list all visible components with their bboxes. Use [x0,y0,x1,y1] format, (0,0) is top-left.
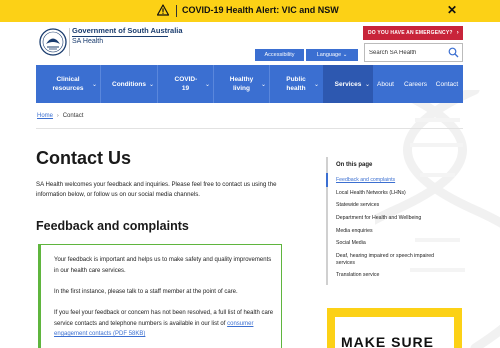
nav-item-label: Conditions [112,80,146,88]
search-input[interactable] [369,47,447,59]
nav-item-label: Services [334,80,362,88]
chevron-down-icon: ⌄ [204,82,210,88]
alert-link[interactable]: COVID-19 Health Alert: VIC and NSW [182,5,339,15]
nav-item-conditions[interactable]: Conditions ⌄ [101,65,157,103]
on-this-page-link[interactable]: Feedback and complaints [336,177,395,184]
on-this-page-link[interactable]: Media enquiries [336,228,373,235]
feedback-paragraph: In the first instance, please talk to a … [54,289,238,295]
nav-item-public-health[interactable]: Public health ⌄ [270,65,322,103]
search-box[interactable] [364,43,463,62]
government-name[interactable]: Government of South Australia [72,26,183,35]
chevron-down-icon: ⌄ [364,82,370,88]
emergency-button[interactable]: DO YOU HAVE AN EMERGENCY? › [363,26,463,40]
close-icon[interactable]: ✕ [447,4,457,16]
chevron-down-icon: ⌄ [313,82,319,88]
on-this-page-link[interactable]: Translation service [336,272,379,279]
breadcrumb-divider [36,128,463,129]
on-this-page-link[interactable]: Deaf, hearing impaired or speech impaire… [336,253,434,260]
on-this-page-active-indicator [326,173,328,187]
chevron-down-icon: ⌄ [91,82,97,88]
chevron-down-icon: ⌄ [260,82,266,88]
nav-item-about[interactable]: About [373,65,398,103]
main-navigation: Clinical resources ⌄ Conditions ⌄ COVID-… [36,65,463,103]
chevron-right-icon: › [456,30,459,36]
intro-paragraph: SA Health welcomes your feedback and inq… [36,181,277,198]
feedback-callout-box: Your feedback is important and helps us … [38,244,282,348]
breadcrumb-current: Contact [62,113,84,119]
covid-alert-bar: COVID-19 Health Alert: VIC and NSW ✕ [0,0,500,22]
nav-item-label: Public health [286,76,306,92]
warning-icon [157,4,169,16]
nav-item-contact[interactable]: Contact [432,65,462,103]
promo-banner[interactable]: MAKE SURE [327,308,462,348]
site-name[interactable]: SA Health [72,38,103,45]
chevron-down-icon: ⌄ [148,82,154,88]
on-this-page-link[interactable]: Department for Health and Wellbeing [336,215,421,222]
breadcrumb: Home › Contact [37,113,83,119]
chevron-right-icon: › [57,113,59,119]
on-this-page-link[interactable]: Local Health Networks (LHNs) [336,190,406,197]
logo-underline [72,36,168,37]
language-label: Language [316,52,342,58]
on-this-page-link[interactable]: Social Media [336,240,366,247]
nav-item-label: Clinical resources [52,76,84,92]
promo-text: MAKE SURE [341,334,435,348]
nav-item-covid-19[interactable]: COVID-19 ⌄ [158,65,213,103]
emergency-label: DO YOU HAVE AN EMERGENCY? [368,30,453,36]
language-button[interactable]: Language ⌄ [306,49,358,61]
on-this-page-heading: On this page [336,162,373,168]
accessibility-button[interactable]: Accessibility [255,49,304,61]
sa-government-crest-logo [39,28,67,56]
section-heading-feedback: Feedback and complaints [36,219,189,233]
nav-item-label: Healthy living [229,76,254,92]
nav-item-healthy-living[interactable]: Healthy living ⌄ [214,65,269,103]
feedback-paragraph: Your feedback is important and helps us … [54,257,272,274]
on-this-page-link[interactable]: services [336,260,355,267]
search-icon[interactable] [448,47,459,58]
nav-item-clinical-resources[interactable]: Clinical resources ⌄ [36,65,100,103]
nav-item-careers[interactable]: Careers [399,65,432,103]
nav-item-services[interactable]: Services ⌄ [323,65,373,103]
breadcrumb-home-link[interactable]: Home [37,113,53,119]
feedback-paragraph: If you feel your feedback or concern has… [54,308,276,340]
on-this-page-link[interactable]: Statewide services [336,202,379,209]
nav-item-label: COVID-19 [174,76,198,92]
logo-divider [69,28,70,56]
chevron-down-icon: ⌄ [342,52,348,58]
alert-divider [176,5,177,17]
page-title: Contact Us [36,148,132,168]
